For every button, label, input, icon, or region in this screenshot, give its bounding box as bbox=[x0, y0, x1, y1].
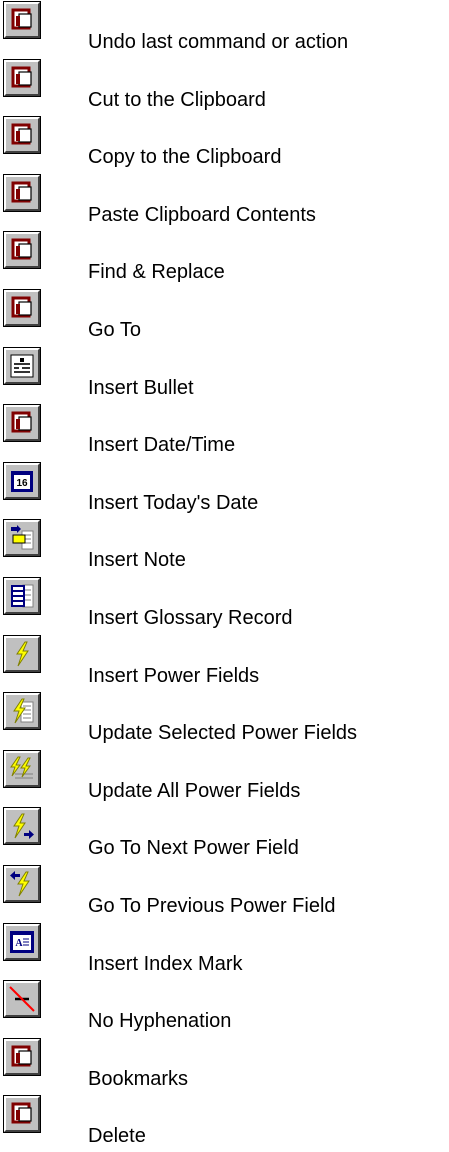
legend-label: Insert Note bbox=[88, 549, 186, 572]
undo-button[interactable] bbox=[3, 1, 41, 39]
update-all-power-fields-button[interactable] bbox=[3, 749, 41, 788]
placeholder-icon bbox=[11, 411, 32, 433]
cut-button[interactable] bbox=[3, 58, 41, 97]
legend-row-cut: Cut to the Clipboard bbox=[0, 58, 449, 116]
legend-row-bookmarks: Bookmarks bbox=[0, 1037, 449, 1095]
legend-label: Undo last command or action bbox=[88, 31, 349, 53]
toolbar-button-legend: Undo last command or action Cut to the C… bbox=[0, 0, 449, 1152]
next-power-field-icon bbox=[13, 813, 34, 840]
legend-label: Insert Bullet bbox=[88, 376, 194, 399]
legend-row-insert-power-fields: Insert Power Fields bbox=[0, 634, 449, 692]
delete-button[interactable] bbox=[3, 1095, 41, 1134]
legend-label: Insert Date/Time bbox=[88, 434, 236, 457]
placeholder-icon bbox=[11, 1045, 32, 1067]
placeholder-icon bbox=[11, 1102, 32, 1124]
placeholder-icon bbox=[11, 66, 32, 88]
legend-row-no-hyphenation: No Hyphenation bbox=[0, 979, 449, 1037]
previous-power-field-icon bbox=[10, 870, 30, 897]
no-hyphenation-button[interactable] bbox=[3, 980, 41, 1019]
legend-row-delete: Delete bbox=[0, 1094, 449, 1152]
legend-row-update-all-power-fields: Update All Power Fields bbox=[0, 749, 449, 807]
legend-row-previous-power-field: Go To Previous Power Field bbox=[0, 864, 449, 922]
legend-label: No Hyphenation bbox=[88, 1010, 232, 1033]
placeholder-icon bbox=[11, 296, 32, 318]
update-power-field-icon bbox=[13, 698, 34, 724]
legend-label: Insert Index Mark bbox=[88, 952, 243, 975]
legend-row-insert-glossary-record: Insert Glossary Record bbox=[0, 576, 449, 634]
power-field-icon bbox=[16, 641, 29, 666]
insert-power-fields-button[interactable] bbox=[3, 634, 41, 673]
legend-label: Bookmarks bbox=[88, 1067, 189, 1090]
legend-row-insert-date-time: Insert Date/Time bbox=[0, 403, 449, 461]
legend-label: Go To Previous Power Field bbox=[88, 894, 336, 917]
placeholder-icon bbox=[11, 238, 32, 260]
no-hyphenation-icon bbox=[9, 986, 35, 1012]
bullet-icon bbox=[10, 354, 34, 378]
insert-date-time-button[interactable] bbox=[3, 404, 41, 443]
previous-power-field-button[interactable] bbox=[3, 864, 41, 903]
insert-todays-date-button[interactable]: 16 bbox=[3, 461, 41, 500]
legend-row-insert-note: Insert Note bbox=[0, 518, 449, 576]
svg-text:A: A bbox=[15, 938, 23, 949]
placeholder-icon bbox=[11, 181, 32, 203]
legend-label: Update Selected Power Fields bbox=[88, 722, 358, 745]
bookmarks-button[interactable] bbox=[3, 1037, 41, 1076]
legend-row-update-selected-power-fields: Update Selected Power Fields bbox=[0, 691, 449, 749]
legend-row-paste: Paste Clipboard Contents bbox=[0, 173, 449, 231]
legend-row-insert-bullet: Insert Bullet bbox=[0, 346, 449, 404]
legend-label: Insert Today's Date bbox=[88, 491, 259, 514]
legend-label: Go To Next Power Field bbox=[88, 837, 299, 860]
legend-row-copy: Copy to the Clipboard bbox=[0, 115, 449, 173]
next-power-field-button[interactable] bbox=[3, 807, 41, 846]
legend-label: Paste Clipboard Contents bbox=[88, 203, 316, 226]
calendar-day-text: 16 bbox=[16, 478, 28, 489]
legend-label: Go To bbox=[88, 318, 141, 341]
legend-label: Update All Power Fields bbox=[88, 779, 301, 802]
go-to-button[interactable] bbox=[3, 288, 41, 327]
legend-row-insert-todays-date: 16 Insert Today's Date bbox=[0, 461, 449, 519]
legend-row-go-to: Go To bbox=[0, 288, 449, 346]
legend-row-next-power-field: Go To Next Power Field bbox=[0, 806, 449, 864]
glossary-icon bbox=[11, 584, 34, 608]
insert-index-mark-button[interactable]: A bbox=[3, 922, 41, 961]
legend-label: Copy to the Clipboard bbox=[88, 146, 282, 169]
index-mark-icon: A bbox=[10, 930, 34, 953]
legend-label: Find & Replace bbox=[88, 261, 225, 284]
placeholder-icon bbox=[11, 123, 32, 145]
note-icon bbox=[11, 525, 34, 550]
legend-row-insert-index-mark: A Insert Index Mark bbox=[0, 922, 449, 980]
insert-bullet-button[interactable] bbox=[3, 346, 41, 385]
insert-glossary-record-button[interactable] bbox=[3, 576, 41, 615]
placeholder-icon bbox=[11, 8, 32, 30]
update-selected-power-fields-button[interactable] bbox=[3, 692, 41, 731]
legend-label: Insert Glossary Record bbox=[88, 606, 293, 629]
legend-label: Cut to the Clipboard bbox=[88, 88, 266, 111]
insert-note-button[interactable] bbox=[3, 519, 41, 558]
copy-button[interactable] bbox=[3, 116, 41, 155]
legend-label: Insert Power Fields bbox=[88, 664, 260, 687]
calendar-icon: 16 bbox=[11, 470, 33, 492]
find-replace-button[interactable] bbox=[3, 231, 41, 270]
legend-row-undo: Undo last command or action bbox=[0, 0, 449, 58]
legend-row-find-replace: Find & Replace bbox=[0, 230, 449, 288]
paste-button[interactable] bbox=[3, 173, 41, 212]
update-all-power-fields-icon bbox=[10, 756, 33, 779]
legend-label: Delete bbox=[88, 1125, 146, 1148]
